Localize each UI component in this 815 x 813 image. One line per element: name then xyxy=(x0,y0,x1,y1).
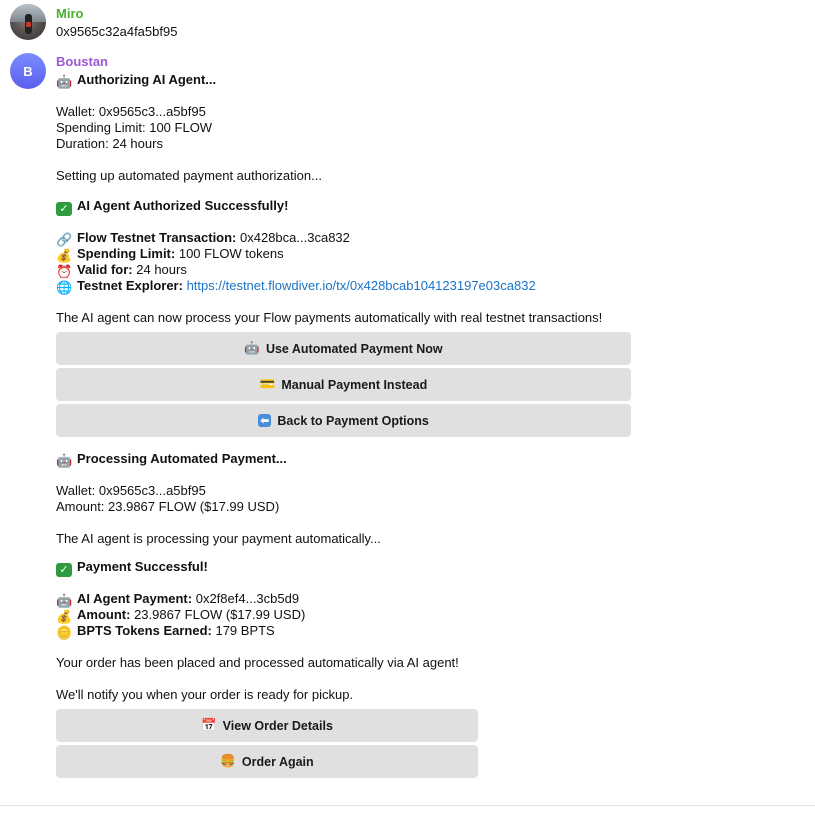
amount-label: Amount: xyxy=(77,607,131,622)
robot-icon: 🤖 xyxy=(56,453,73,468)
tx-label: Flow Testnet Transaction: xyxy=(77,230,237,245)
setup-line: Setting up automated payment authorizati… xyxy=(56,168,322,183)
amount-value: 23.9867 FLOW ($17.99 USD) xyxy=(134,607,306,622)
check-icon: ✓ xyxy=(56,563,72,577)
processing-wallet: Wallet: 0x9565c3...a5bf95 xyxy=(56,483,206,498)
button-label: View Order Details xyxy=(222,718,333,733)
globe-icon: 🌐 xyxy=(56,280,73,295)
tx-line: 🔗 Flow Testnet Transaction: 0x428bca...3c… xyxy=(56,230,350,247)
auth-title-line: 🤖 Authorizing AI Agent... xyxy=(56,72,216,89)
message-text: 0x9565c32a4fa5bf95 xyxy=(56,24,178,39)
valid-line: ⏰ Valid for: 24 hours xyxy=(56,262,187,279)
auth-title: Authorizing AI Agent... xyxy=(77,72,217,87)
button-label: Order Again xyxy=(241,754,314,769)
processing-title-line: 🤖 Processing Automated Payment... xyxy=(56,451,287,468)
avatar-boustan[interactable]: B xyxy=(10,53,46,89)
bpts-label: BPTS Tokens Earned: xyxy=(77,623,212,638)
wallet-line: Wallet: 0x9565c3...a5bf95 xyxy=(56,104,206,119)
sender-name-miro[interactable]: Miro xyxy=(56,6,83,22)
amount-line: 💰 Amount: 23.9867 FLOW ($17.99 USD) xyxy=(56,607,305,624)
order-placed-note: Your order has been placed and processed… xyxy=(56,655,459,670)
robot-icon: 🤖 xyxy=(56,593,73,608)
link-icon: 🔗 xyxy=(56,232,73,247)
bpts-value: 179 BPTS xyxy=(215,623,275,638)
manual-payment-button[interactable]: 💳 Manual Payment Instead xyxy=(56,368,631,401)
agent-payment-value: 0x2f8ef4...3cb5d9 xyxy=(195,591,300,606)
spend-value: 100 FLOW tokens xyxy=(178,246,284,261)
explorer-label: Testnet Explorer: xyxy=(77,278,183,293)
auth-success-line: ✓ AI Agent Authorized Successfully! xyxy=(56,198,288,216)
divider xyxy=(0,805,815,806)
money-icon: 💰 xyxy=(56,248,73,263)
limit-line: Spending Limit: 100 FLOW xyxy=(56,120,213,135)
processing-title: Processing Automated Payment... xyxy=(77,451,287,466)
spend-label: Spending Limit: xyxy=(77,246,176,261)
order-again-button[interactable]: 🍔 Order Again xyxy=(56,745,478,778)
sender-name-boustan[interactable]: Boustan xyxy=(56,54,108,70)
auth-success: AI Agent Authorized Successfully! xyxy=(77,198,289,213)
robot-icon: 🤖 xyxy=(56,74,73,89)
check-icon: ✓ xyxy=(56,202,72,216)
processing-note: The AI agent is processing your payment … xyxy=(56,531,381,546)
coin-icon: 🪙 xyxy=(56,625,73,640)
bpts-line: 🪙 BPTS Tokens Earned: 179 BPTS xyxy=(56,623,275,640)
agent-payment-label: AI Agent Payment: xyxy=(77,591,193,606)
back-to-payment-options-button[interactable]: ⬅ Back to Payment Options xyxy=(56,404,631,437)
notify-note: We'll notify you when your order is read… xyxy=(56,687,354,702)
duration-line: Duration: 24 hours xyxy=(56,136,163,151)
button-label: Manual Payment Instead xyxy=(281,377,428,392)
processing-amount: Amount: 23.9867 FLOW ($17.99 USD) xyxy=(56,499,280,514)
explorer-line: 🌐 Testnet Explorer: https://testnet.flowd… xyxy=(56,278,536,295)
money-icon: 💰 xyxy=(56,609,73,624)
valid-label: Valid for: xyxy=(77,262,133,277)
burger-icon: 🍔 xyxy=(220,754,236,768)
payment-success-line: ✓ Payment Successful! xyxy=(56,559,208,577)
use-automated-payment-button[interactable]: 🤖 Use Automated Payment Now xyxy=(56,332,631,365)
valid-value: 24 hours xyxy=(136,262,187,277)
agent-payment-line: 🤖 AI Agent Payment: 0x2f8ef4...3cb5d9 xyxy=(56,591,299,608)
spend-line: 💰 Spending Limit: 100 FLOW tokens xyxy=(56,246,284,263)
avatar-miro[interactable] xyxy=(10,4,46,40)
agent-note: The AI agent can now process your Flow p… xyxy=(56,310,603,325)
avatar-photo-accent xyxy=(26,22,31,27)
tx-value: 0x428bca...3ca832 xyxy=(240,230,350,245)
button-label: Back to Payment Options xyxy=(277,413,429,428)
calendar-icon: 📅 xyxy=(201,718,217,732)
view-order-details-button[interactable]: 📅 View Order Details xyxy=(56,709,478,742)
payment-success: Payment Successful! xyxy=(77,559,208,574)
clock-icon: ⏰ xyxy=(56,264,73,279)
avatar-letter: B xyxy=(23,63,33,79)
card-icon: 💳 xyxy=(259,377,276,391)
explorer-link[interactable]: https://testnet.flowdiver.io/tx/0x428bca… xyxy=(187,278,536,293)
button-label: Use Automated Payment Now xyxy=(265,341,443,356)
back-arrow-icon: ⬅ xyxy=(258,414,272,427)
robot-icon: 🤖 xyxy=(244,341,260,355)
